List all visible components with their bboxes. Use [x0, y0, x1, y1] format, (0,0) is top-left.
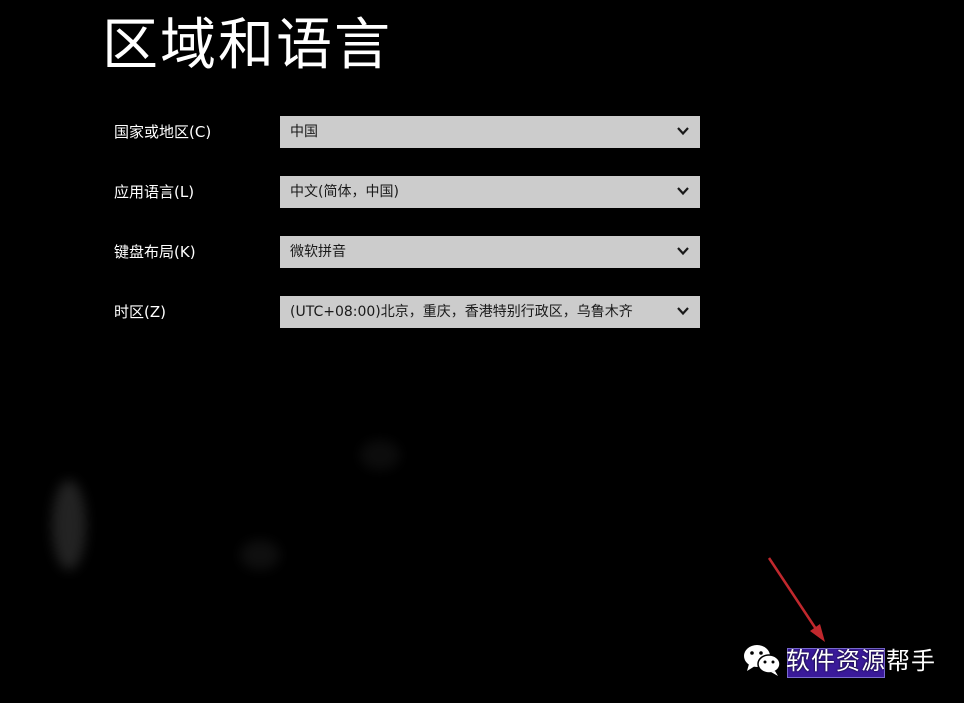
keyboard-layout-label: 键盘布局(K) [114, 243, 196, 261]
app-language-select[interactable]: 中文(简体，中国) [280, 176, 700, 208]
country-region-row: 国家或地区(C) 中国 [114, 116, 700, 148]
chevron-down-icon [677, 247, 689, 256]
annotation-arrow [767, 557, 825, 642]
keyboard-layout-value: 微软拼音 [290, 244, 346, 260]
chevron-down-icon [677, 307, 689, 316]
chevron-down-icon [677, 127, 689, 136]
page-title: 区域和语言 [102, 13, 392, 78]
background-glow [240, 540, 280, 570]
background-glow [360, 440, 400, 470]
app-language-value: 中文(简体，中国) [290, 184, 399, 200]
time-zone-value: (UTC+08:00)北京，重庆，香港特别行政区，乌鲁木齐 [290, 304, 633, 320]
wechat-icon [744, 645, 781, 676]
time-zone-select[interactable]: (UTC+08:00)北京，重庆，香港特别行政区，乌鲁木齐 [280, 296, 700, 328]
chevron-down-icon [677, 187, 689, 196]
app-language-row: 应用语言(L) 中文(简体，中国) [114, 176, 700, 208]
app-language-label: 应用语言(L) [114, 183, 195, 201]
watermark-text: 软件资源帮手 [786, 647, 936, 675]
country-region-select[interactable]: 中国 [280, 116, 700, 148]
country-region-label: 国家或地区(C) [114, 123, 212, 141]
background-glow [52, 480, 86, 570]
time-zone-label: 时区(Z) [114, 303, 166, 321]
keyboard-layout-row: 键盘布局(K) 微软拼音 [114, 236, 700, 268]
country-region-value: 中国 [290, 124, 318, 140]
time-zone-row: 时区(Z) (UTC+08:00)北京，重庆，香港特别行政区，乌鲁木齐 [114, 296, 700, 328]
keyboard-layout-select[interactable]: 微软拼音 [280, 236, 700, 268]
